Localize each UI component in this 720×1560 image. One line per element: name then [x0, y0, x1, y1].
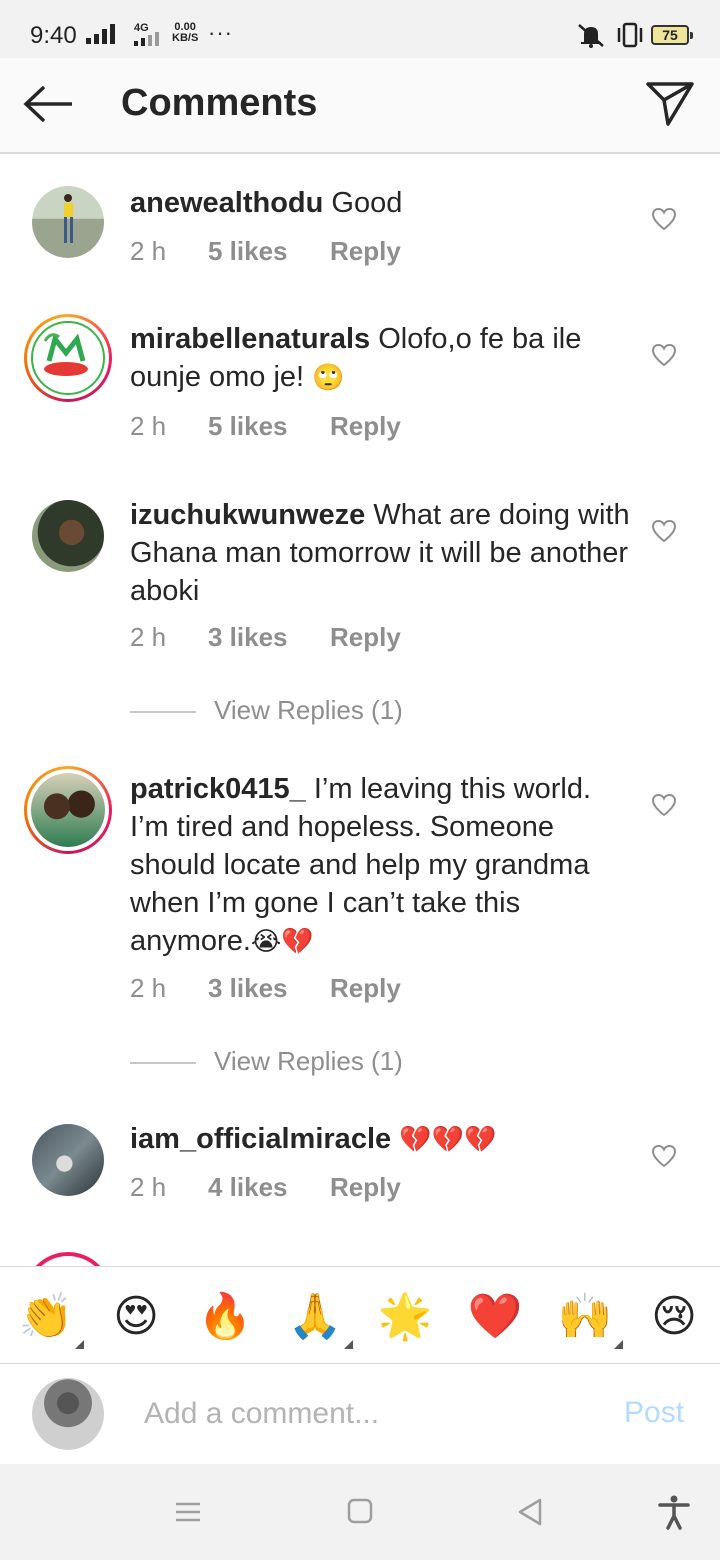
system-nav-bar — [0, 1464, 720, 1560]
comment-likes[interactable]: 5 likes — [208, 411, 330, 442]
status-time: 9:40 — [30, 22, 77, 49]
star-emoji-button[interactable]: 🌟 — [377, 1291, 433, 1347]
reply-button[interactable]: Reply — [330, 622, 401, 653]
comment-username[interactable]: patrick0415_ — [130, 773, 306, 805]
current-user-avatar[interactable] — [32, 1378, 104, 1450]
fire-emoji-button[interactable]: 🔥 — [197, 1291, 253, 1347]
header: Comments — [0, 58, 720, 154]
avatar[interactable] — [24, 1252, 112, 1266]
pray-emoji-button[interactable]: 🙏 — [287, 1291, 353, 1349]
comment-body: Good — [331, 187, 403, 219]
avatar[interactable] — [24, 766, 112, 854]
comment-time: 2 h — [130, 236, 167, 266]
comment-emoji: 😭💔 — [250, 927, 314, 957]
comment-username[interactable]: anewealthodu — [130, 187, 323, 219]
comment-username[interactable]: izuchukwunweze — [130, 499, 365, 531]
view-replies-label: View Replies (1) — [214, 1046, 403, 1076]
avatar[interactable] — [24, 314, 112, 402]
comment-likes[interactable]: 3 likes — [208, 973, 330, 1004]
avatar[interactable] — [32, 500, 104, 572]
comments-list[interactable]: anewealthodu Good 2 h5 likes Reply mirabe… — [0, 156, 720, 1266]
comment-meta: 2 h 3 likes Reply — [130, 622, 401, 653]
comment-meta: 2 h 4 likes Reply — [130, 1172, 401, 1203]
network-speed: 0.00 KB/S — [172, 21, 199, 44]
comment-input[interactable] — [130, 1384, 590, 1444]
post-button[interactable]: Post — [624, 1396, 684, 1430]
emoji-quick-bar: 👏 😍 🔥 🙏 🌟 ❤️ 🙌 😢 — [0, 1266, 720, 1364]
status-bar: 9:40 4G 0.00 KB/S ··· 75 — [0, 0, 720, 58]
heart-icon[interactable] — [651, 343, 677, 367]
heart-icon[interactable] — [651, 793, 677, 817]
comment-text: mirabellenaturals Olofo,o fe ba ile ounj… — [130, 320, 630, 397]
heart-icon[interactable] — [651, 1144, 677, 1168]
view-replies-button[interactable]: View Replies (1) — [130, 695, 403, 726]
comment-likes[interactable]: 5 likes — [208, 236, 330, 267]
red-heart-emoji-button[interactable]: ❤️ — [467, 1291, 523, 1347]
back-triangle-icon[interactable] — [510, 1494, 550, 1530]
vibrate-icon — [617, 22, 643, 48]
comment-username[interactable]: mirabellenaturals — [130, 323, 370, 355]
person-figure-icon — [64, 194, 73, 243]
comment-username[interactable]: iam_officialmiracle — [130, 1123, 391, 1155]
comment-emoji: 💔💔💔 — [399, 1125, 497, 1155]
bell-off-icon — [578, 24, 604, 48]
replies-divider — [130, 1062, 196, 1065]
crying-emoji-button[interactable]: 😢 — [646, 1291, 702, 1347]
reply-button[interactable]: Reply — [330, 411, 401, 442]
comment-emoji: 🙄 — [312, 363, 345, 393]
comment-text: iam_officialmiracle 💔💔💔 — [130, 1120, 630, 1159]
paper-plane-icon[interactable] — [644, 78, 696, 128]
comment-composer: Post — [0, 1364, 720, 1464]
arrow-left-icon[interactable] — [22, 84, 74, 124]
heart-icon[interactable] — [651, 519, 677, 543]
home-icon[interactable] — [340, 1494, 380, 1530]
comment-time: 2 h — [130, 411, 167, 441]
comment-likes[interactable]: 3 likes — [208, 622, 330, 653]
reply-button[interactable]: Reply — [330, 236, 401, 267]
reply-button[interactable]: Reply — [330, 1172, 401, 1203]
replies-divider — [130, 711, 196, 714]
comment-time: 2 h — [130, 622, 167, 652]
signal-icon — [86, 24, 115, 44]
comment-time: 2 h — [130, 973, 167, 1003]
photo — [31, 773, 105, 847]
brand-logo — [31, 321, 105, 395]
view-replies-button[interactable]: View Replies (1) — [130, 1046, 403, 1077]
page-title: Comments — [121, 82, 318, 124]
accessibility-icon[interactable] — [654, 1494, 694, 1530]
menu-icon[interactable] — [168, 1494, 208, 1530]
battery-icon: 75 — [651, 25, 693, 45]
comment-time: 2 h — [130, 1172, 167, 1202]
heart-icon[interactable] — [651, 207, 677, 231]
view-replies-label: View Replies (1) — [214, 695, 403, 725]
heart-eyes-emoji-button[interactable]: 😍 — [108, 1291, 164, 1347]
avatar[interactable] — [32, 1124, 104, 1196]
network-4g-icon: 4G — [132, 22, 162, 46]
comment-text: patrick0415_ I’m leaving this world. I’m… — [130, 770, 630, 961]
comment-text: izuchukwunweze What are doing with Ghana… — [130, 496, 630, 610]
avatar[interactable] — [32, 186, 104, 258]
reply-button[interactable]: Reply — [330, 973, 401, 1004]
comment-meta: 2 h 3 likes Reply — [130, 973, 401, 1004]
comment-likes[interactable]: 4 likes — [208, 1172, 330, 1203]
clap-emoji-button[interactable]: 👏 — [18, 1291, 84, 1349]
comment-text: anewealthodu Good — [130, 184, 630, 222]
raised-hands-emoji-button[interactable]: 🙌 — [557, 1291, 623, 1349]
comment-meta: 2 h 5 likes Reply — [130, 411, 401, 442]
more-notifications-icon: ··· — [208, 20, 233, 45]
comment-meta: 2 h 5 likes Reply — [130, 236, 401, 267]
